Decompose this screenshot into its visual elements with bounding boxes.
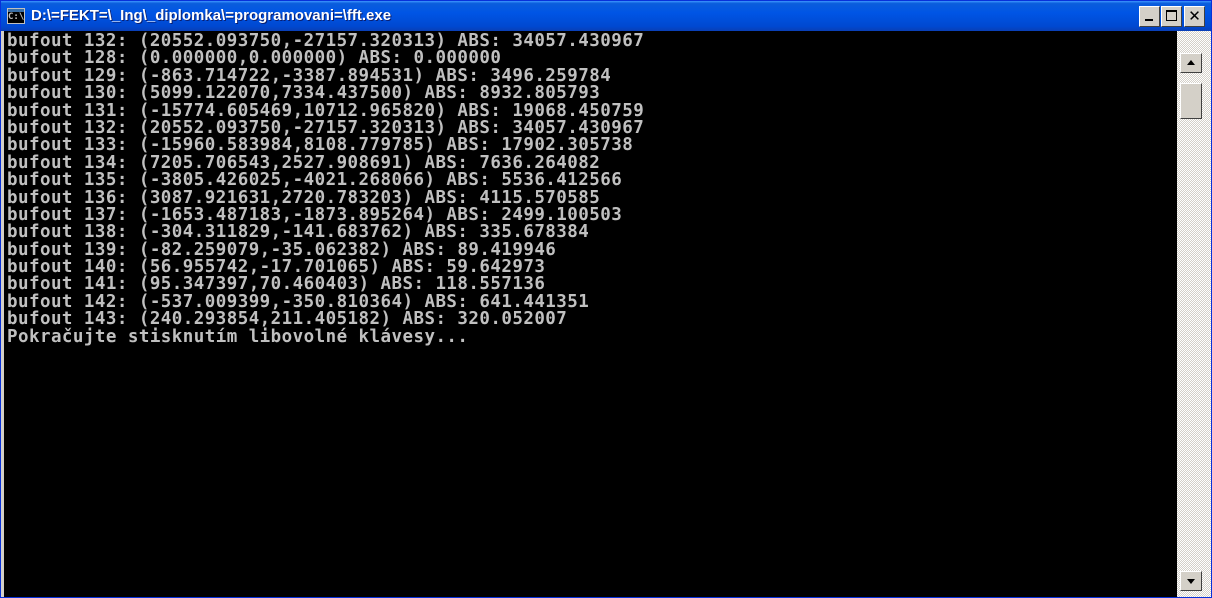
arrow-up-icon: [1187, 60, 1195, 65]
close-button[interactable]: ✕: [1184, 6, 1205, 27]
arrow-down-icon: [1187, 579, 1195, 584]
window-title: D:\=FEKT=\_Ing\_diplomka\=programovani=\…: [31, 7, 392, 24]
minimize-button[interactable]: [1139, 6, 1160, 27]
title-bar[interactable]: C:\ D:\=FEKT=\_Ing\_diplomka\=programova…: [1, 1, 1211, 31]
console-window: C:\ D:\=FEKT=\_Ing\_diplomka\=programova…: [0, 0, 1212, 598]
minimize-icon: [1145, 19, 1153, 21]
scrollbar-thumb[interactable]: [1180, 83, 1202, 119]
vertical-scrollbar[interactable]: [1177, 31, 1211, 597]
prompt-line: Pokračujte stisknutím libovolné klávesy.…: [7, 326, 469, 347]
output-line: bufout 130: (5099.122070,7334.437500) AB…: [7, 83, 601, 104]
console-output: bufout 132: (20552.093750,-27157.320313)…: [7, 32, 644, 347]
close-icon: ✕: [1188, 7, 1201, 25]
maximize-icon: [1166, 10, 1177, 21]
maximize-button[interactable]: [1161, 6, 1182, 27]
console-icon[interactable]: C:\: [7, 8, 25, 24]
scroll-down-button[interactable]: [1180, 571, 1202, 591]
scroll-up-button[interactable]: [1180, 53, 1202, 73]
console-output-area[interactable]: bufout 132: (20552.093750,-27157.320313)…: [1, 31, 1177, 597]
output-line: bufout 135: (-3805.426025,-4021.268066) …: [7, 170, 623, 191]
